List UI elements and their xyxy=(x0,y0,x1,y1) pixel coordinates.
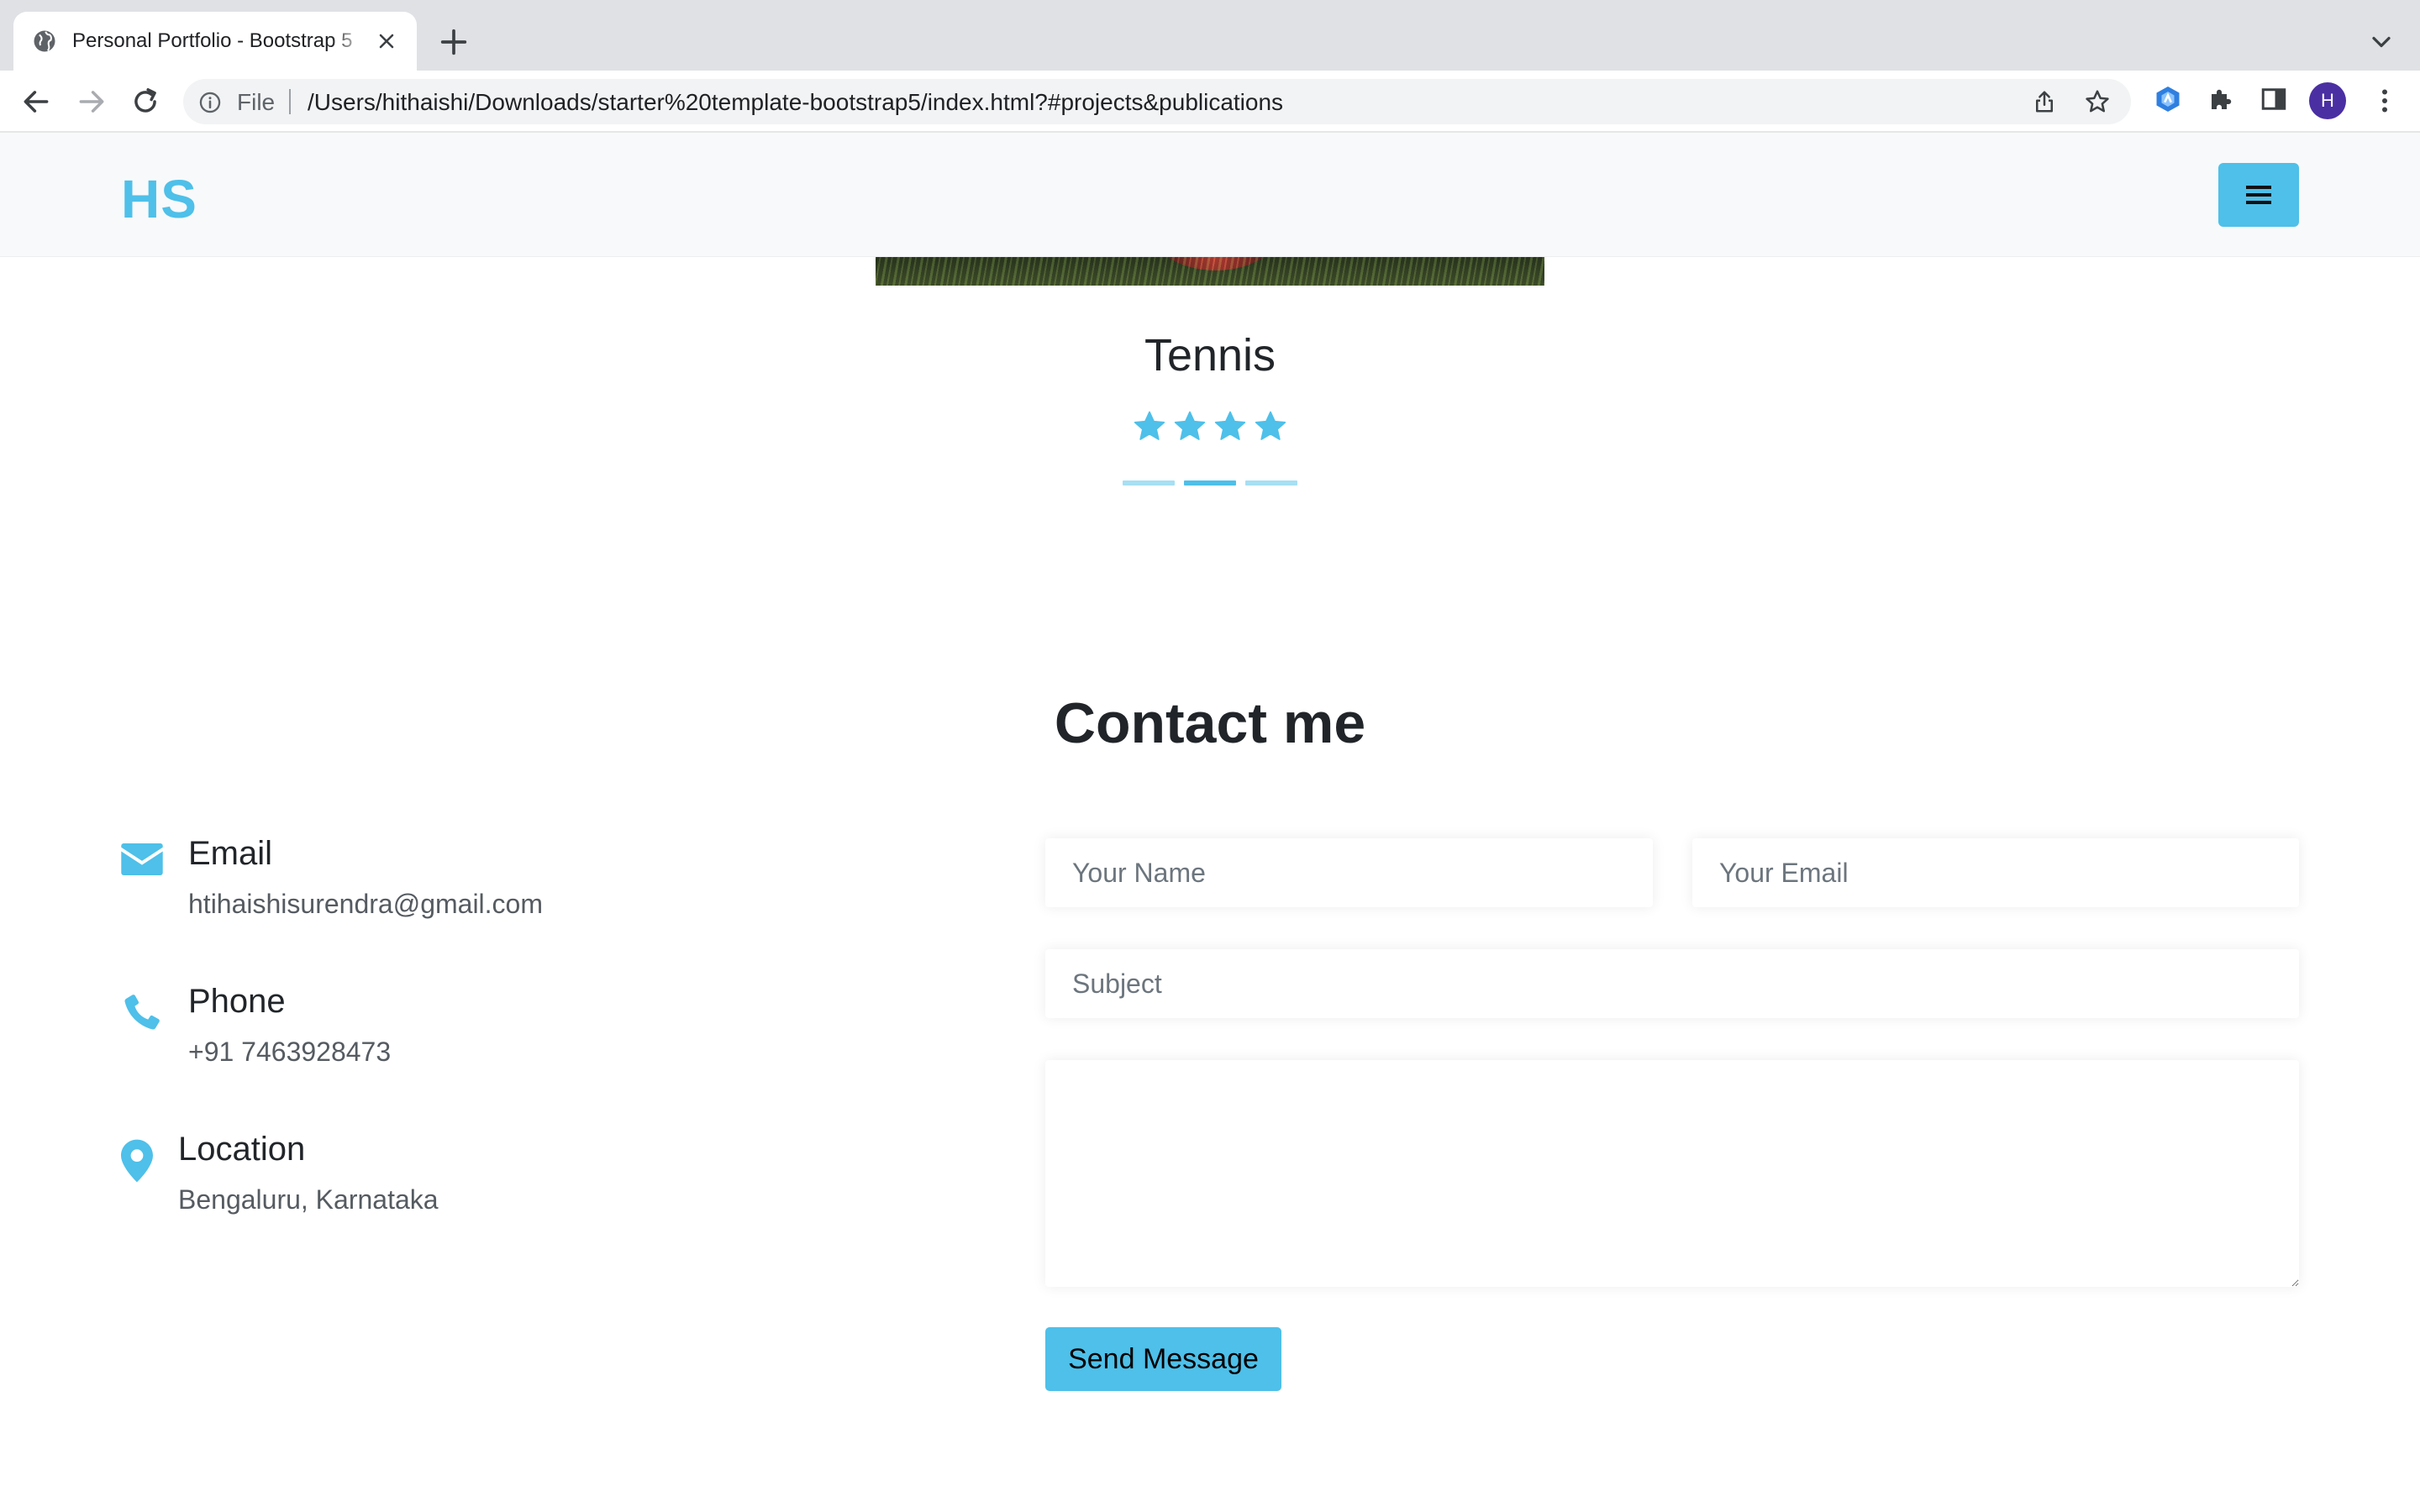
reload-icon[interactable] xyxy=(129,86,161,118)
send-message-button[interactable]: Send Message xyxy=(1045,1327,1281,1391)
email-input[interactable] xyxy=(1692,838,2299,907)
address-separator xyxy=(289,89,291,114)
star-icon[interactable] xyxy=(2084,88,2111,115)
profile-avatar[interactable]: H xyxy=(2309,82,2346,119)
subject-input[interactable] xyxy=(1045,949,2299,1018)
address-url[interactable]: /Users/hithaishi/Downloads/starter%20tem… xyxy=(308,89,1283,116)
tab-title: Personal Portfolio - Bootstrap 5 xyxy=(72,29,353,52)
share-icon[interactable] xyxy=(2032,89,2057,114)
phone-value[interactable]: +91 7463928473 xyxy=(188,1037,391,1068)
envelope-icon xyxy=(121,843,163,875)
carousel-indicator[interactable] xyxy=(1245,480,1297,486)
map-pin-icon xyxy=(121,1139,153,1183)
more-vert-icon[interactable] xyxy=(2370,84,2400,118)
carousel-indicator[interactable] xyxy=(1184,480,1236,486)
location-value: Bengaluru, Karnataka xyxy=(178,1184,439,1215)
email-value[interactable]: htihaishisurendra@gmail.com xyxy=(188,889,543,920)
site-logo[interactable]: HS xyxy=(121,168,197,230)
globe-icon xyxy=(34,30,55,52)
contact-section-title: Contact me xyxy=(1054,691,1366,755)
address-bar[interactable]: File /Users/hithaishi/Downloads/starter%… xyxy=(183,79,2131,124)
star-icon xyxy=(1214,411,1246,440)
navbar-toggle-button[interactable] xyxy=(2218,163,2299,227)
message-textarea[interactable] xyxy=(1045,1060,2299,1287)
info-icon[interactable] xyxy=(198,91,222,114)
carousel-indicators xyxy=(1123,480,1297,486)
side-panel-icon[interactable] xyxy=(2259,84,2289,114)
email-label: Email xyxy=(188,835,273,872)
puzzle-icon[interactable] xyxy=(2207,84,2237,114)
browser-toolbar: File /Users/hithaishi/Downloads/starter%… xyxy=(0,71,2420,133)
forward-arrow-icon[interactable] xyxy=(76,86,108,118)
hobby-title: Tennis xyxy=(1144,330,1276,381)
star-icon xyxy=(1255,411,1286,440)
page-viewport: HS Tennis Contact me Email htihaishisure… xyxy=(0,133,2420,1512)
site-navbar: HS xyxy=(0,133,2420,257)
hobby-rating xyxy=(1133,410,1287,445)
name-input[interactable] xyxy=(1045,838,1653,907)
phone-icon xyxy=(124,995,160,1030)
browser-tab-strip: Personal Portfolio - Bootstrap 5 xyxy=(0,0,2420,71)
address-scheme: File xyxy=(237,89,276,115)
chevron-down-icon[interactable] xyxy=(2366,27,2396,57)
extension-icon[interactable] xyxy=(2153,84,2183,114)
plus-icon[interactable] xyxy=(437,25,471,59)
browser-tab[interactable]: Personal Portfolio - Bootstrap 5 xyxy=(13,12,417,71)
back-arrow-icon[interactable] xyxy=(20,86,52,118)
star-icon xyxy=(1134,411,1165,440)
hamburger-icon xyxy=(2246,186,2271,204)
phone-label: Phone xyxy=(188,983,286,1020)
close-icon[interactable] xyxy=(375,29,398,53)
location-label: Location xyxy=(178,1131,306,1168)
star-icon xyxy=(1174,411,1206,440)
carousel-indicator[interactable] xyxy=(1123,480,1175,486)
